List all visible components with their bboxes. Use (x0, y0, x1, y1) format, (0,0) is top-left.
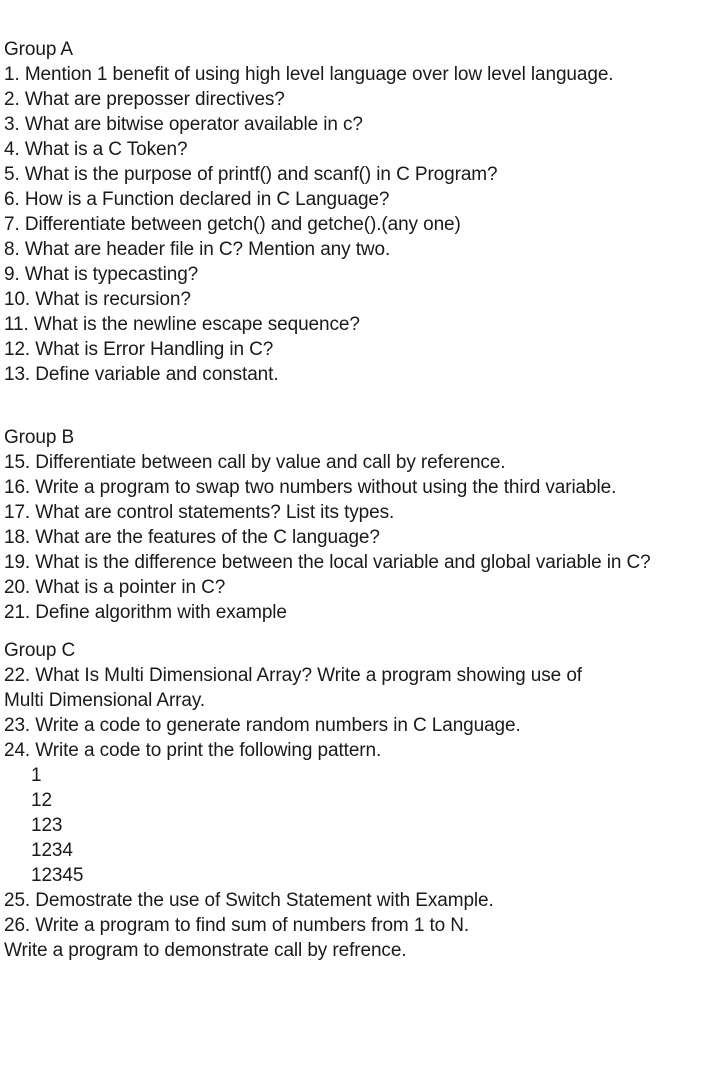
question-15: 15. Differentiate between call by value … (4, 452, 506, 473)
question-19: 19. What is the difference between the l… (4, 552, 651, 573)
question-16: 16. Write a program to swap two numbers … (4, 477, 617, 498)
question-26: 26. Write a program to find sum of numbe… (4, 915, 470, 936)
question-8: 8. What are header file in C? Mention an… (4, 239, 391, 260)
question-22: 22. What Is Multi Dimensional Array? Wri… (4, 665, 582, 686)
number-pattern: 1 12 123 1234 12345 (4, 763, 720, 888)
question-24: 24. Write a code to print the following … (4, 740, 382, 761)
question-2: 2. What are preposser directives? (4, 89, 285, 110)
group-c: Group C 22. What Is Multi Dimensional Ar… (4, 638, 720, 963)
question-11: 11. What is the newline escape sequence? (4, 314, 360, 335)
question-1: 1. Mention 1 benefit of using high level… (4, 64, 614, 85)
question-9: 9. What is typecasting? (4, 264, 199, 285)
pattern-row-3: 123 (31, 815, 63, 836)
question-22-continued: Multi Dimensional Array. (4, 690, 206, 711)
question-13: 13. Define variable and constant. (4, 364, 279, 385)
group-a: Group A 1. Mention 1 benefit of using hi… (4, 37, 720, 387)
question-23: 23. Write a code to generate random numb… (4, 715, 521, 736)
question-4: 4. What is a C Token? (4, 139, 188, 160)
group-a-title: Group A (4, 39, 74, 60)
question-21: 21. Define algorithm with example (4, 602, 287, 623)
question-5: 5. What is the purpose of printf() and s… (4, 164, 498, 185)
question-6: 6. How is a Function declared in C Langu… (4, 189, 390, 210)
group-b: Group B 15. Differentiate between call b… (4, 425, 720, 625)
question-sheet: Group A 1. Mention 1 benefit of using hi… (4, 37, 720, 963)
group-b-title: Group B (4, 427, 75, 448)
question-10: 10. What is recursion? (4, 289, 191, 310)
group-c-title: Group C (4, 640, 76, 661)
pattern-row-1: 1 (31, 765, 42, 786)
question-18: 18. What are the features of the C langu… (4, 527, 380, 548)
pattern-row-5: 12345 (31, 865, 84, 886)
pattern-row-2: 12 (31, 790, 52, 811)
question-12: 12. What is Error Handling in C? (4, 339, 274, 360)
pattern-row-4: 1234 (31, 840, 73, 861)
question-25: 25. Demostrate the use of Switch Stateme… (4, 890, 494, 911)
question-17: 17. What are control statements? List it… (4, 502, 395, 523)
question-3: 3. What are bitwise operator available i… (4, 114, 363, 135)
question-7: 7. Differentiate between getch() and get… (4, 214, 461, 235)
question-20: 20. What is a pointer in C? (4, 577, 226, 598)
question-call-by-reference: Write a program to demonstrate call by r… (4, 940, 407, 961)
